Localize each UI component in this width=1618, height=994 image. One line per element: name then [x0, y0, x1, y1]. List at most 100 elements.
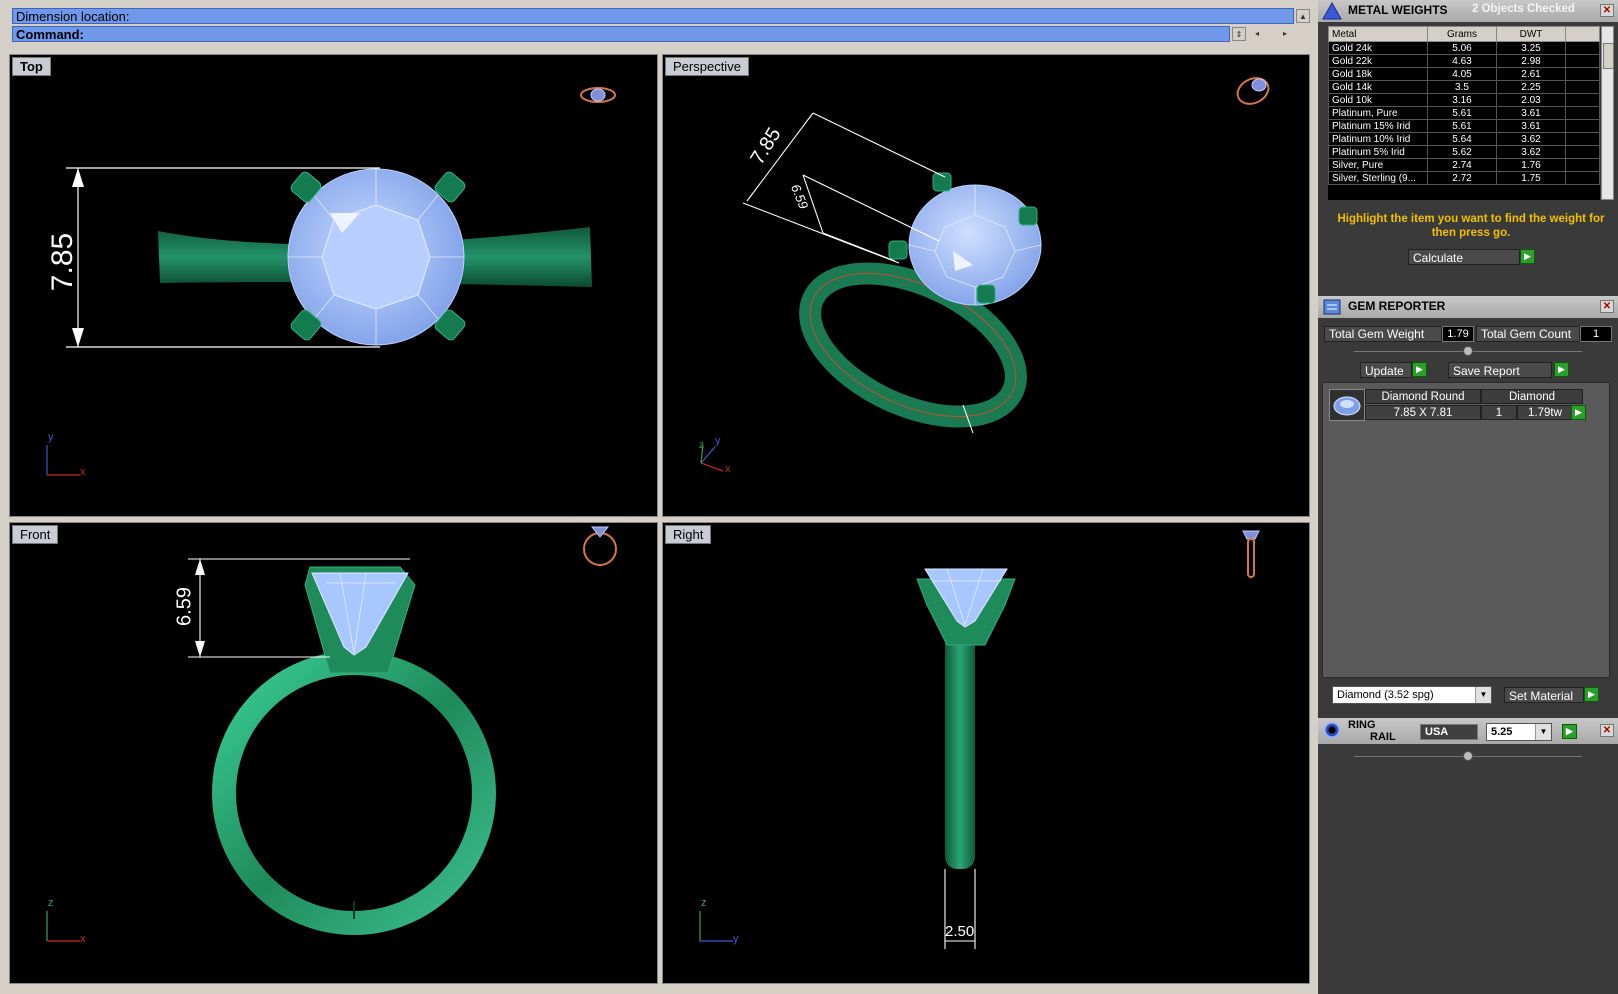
ring-rail-close-icon[interactable]: ✕ [1600, 724, 1614, 737]
total-gem-weight-value: 1.79 [1442, 326, 1474, 342]
metal-dwt: 1.75 [1496, 171, 1566, 185]
chevron-down-icon[interactable]: ▼ [1535, 724, 1551, 740]
metal-weights-title: METAL WEIGHTS [1348, 3, 1448, 17]
metal-name: Platinum, Pure [1328, 106, 1428, 120]
material-select-value: Diamond (3.52 spg) [1337, 689, 1434, 701]
command-prev-arrow[interactable]: ◂ [1250, 27, 1264, 41]
gem-reporter-close-icon[interactable]: ✕ [1600, 300, 1614, 313]
table-row[interactable]: Gold 14k 3.5 2.25 [1328, 80, 1600, 94]
gem-thumbnail [1329, 389, 1365, 421]
column-metal[interactable]: Metal [1328, 26, 1428, 42]
metal-grams: 5.62 [1427, 145, 1497, 159]
front-axis-z-label: z [48, 897, 54, 909]
metal-grams: 3.5 [1427, 80, 1497, 94]
metal-weights-hint: Highlight the item you want to find the … [1337, 213, 1605, 239]
metal-name: Gold 10k [1328, 93, 1428, 107]
total-gem-weight-label: Total Gem Weight [1324, 326, 1442, 342]
gem-shape-header: Diamond Round [1365, 389, 1481, 404]
set-material-go-icon[interactable]: ▶ [1584, 687, 1599, 702]
viewport-right-label[interactable]: Right [665, 525, 712, 544]
metal-grams: 5.61 [1427, 106, 1497, 120]
metal-name: Platinum 5% Irid [1328, 145, 1428, 159]
update-go-icon[interactable]: ▶ [1412, 362, 1427, 377]
viewport-front-label[interactable]: Front [12, 525, 59, 544]
total-gem-count-value: 1 [1580, 326, 1612, 342]
chevron-down-icon[interactable]: ▼ [1475, 687, 1491, 703]
save-report-go-icon[interactable]: ▶ [1554, 362, 1569, 377]
ring-rail-icon [1323, 721, 1341, 739]
metal-dwt: 2.98 [1496, 54, 1566, 68]
calculate-go-icon[interactable]: ▶ [1520, 249, 1535, 264]
gem-quantity: 1 [1481, 405, 1517, 420]
ring-size-select[interactable]: 5.25 ▼ [1486, 723, 1552, 741]
table-row[interactable]: Platinum 10% Irid 5.64 3.62 [1328, 132, 1600, 146]
perspective-view-scene [700, 77, 1270, 472]
table-row[interactable]: Gold 22k 4.63 2.98 [1328, 54, 1600, 68]
metal-weights-icon [1322, 2, 1342, 20]
column-spacer [1565, 26, 1600, 42]
command-next-arrow[interactable]: ▸ [1278, 27, 1292, 41]
viewport-perspective-label[interactable]: Perspective [665, 57, 749, 76]
calculate-button[interactable]: Calculate [1408, 249, 1520, 265]
table-row[interactable]: Silver, Sterling (9... 2.72 1.75 [1328, 171, 1600, 185]
ring-rail-go-icon[interactable]: ▶ [1562, 724, 1577, 739]
plugin-panel: METAL WEIGHTS 2 Objects Checked ✕ Metal … [1318, 0, 1618, 994]
gem-weight: 1.79tw [1517, 405, 1573, 420]
gem-reporter-title: GEM REPORTER [1348, 299, 1446, 313]
metal-weights-table[interactable]: Metal Grams DWT Gold 24k 5.06 3.25 Gold 22… [1328, 26, 1600, 200]
ring-size-region[interactable]: USA [1420, 724, 1478, 740]
ring-size-value: 5.25 [1491, 726, 1513, 738]
table-row[interactable]: Platinum 5% Irid 5.62 3.62 [1328, 145, 1600, 159]
update-button[interactable]: Update [1360, 362, 1412, 378]
metal-weights-header: METAL WEIGHTS 2 Objects Checked ✕ [1318, 0, 1618, 22]
front-view-scene [46, 526, 617, 942]
command-spin-button[interactable]: ⇕ [1232, 27, 1246, 41]
metal-name: Gold 18k [1328, 67, 1428, 81]
table-row[interactable]: Gold 18k 4.05 2.61 [1328, 67, 1600, 81]
column-grams[interactable]: Grams [1427, 26, 1497, 42]
metal-weights-scrollbar[interactable] [1601, 26, 1614, 200]
save-report-button[interactable]: Save Report [1448, 362, 1552, 378]
command-scroll-up-button[interactable]: ▲ [1296, 9, 1310, 23]
metal-name: Platinum 10% Irid [1328, 132, 1428, 146]
metal-dwt: 3.25 [1496, 41, 1566, 55]
viewport-perspective[interactable]: Perspective 7.85 6.59 y z x [662, 54, 1310, 517]
viewport-right[interactable]: Right 2.50 z y [662, 522, 1310, 984]
total-gem-count-label: Total Gem Count [1476, 326, 1580, 342]
gem-row-go-icon[interactable]: ▶ [1571, 405, 1586, 420]
objects-checked-label: 2 Objects Checked [1472, 3, 1575, 15]
top-axis-x-label: x [80, 466, 86, 478]
material-select[interactable]: Diamond (3.52 spg) ▼ [1332, 686, 1492, 704]
metal-dwt: 3.62 [1496, 145, 1566, 159]
ring-rail-title-line1: RING [1348, 719, 1376, 731]
metal-grams: 5.61 [1427, 119, 1497, 133]
dimension-location-prompt: Dimension location: [12, 8, 1294, 24]
metal-name: Platinum 15% Irid [1328, 119, 1428, 133]
gem-material-header: Diamond [1481, 389, 1583, 404]
command-line-input[interactable]: Command: [12, 26, 1230, 42]
right-axis-y-label: y [733, 933, 739, 945]
column-dwt[interactable]: DWT [1496, 26, 1566, 42]
metal-dwt: 2.03 [1496, 93, 1566, 107]
diamond-round-icon [1333, 396, 1361, 416]
front-dimension-label: 6.59 [173, 587, 196, 626]
metal-grams: 5.06 [1427, 41, 1497, 55]
table-row[interactable]: Gold 24k 5.06 3.25 [1328, 41, 1600, 55]
viewport-front[interactable]: Front 6.59 z x [9, 522, 658, 984]
metal-grams: 5.64 [1427, 132, 1497, 146]
ring-rail-splitter-knob[interactable] [1463, 751, 1473, 761]
gem-reporter-splitter-knob[interactable] [1463, 346, 1473, 356]
table-row[interactable]: Platinum, Pure 5.61 3.61 [1328, 106, 1600, 120]
gem-reporter-icon [1323, 299, 1341, 315]
viewport-top[interactable]: Top 7.85 y x [9, 54, 658, 517]
table-row[interactable]: Platinum 15% Irid 5.61 3.61 [1328, 119, 1600, 133]
viewport-top-label[interactable]: Top [12, 57, 51, 76]
table-row[interactable]: Silver, Pure 2.74 1.76 [1328, 158, 1600, 172]
scrollbar-thumb[interactable] [1603, 43, 1614, 69]
perspective-axis-y-label: y [715, 435, 721, 447]
metal-weights-close-icon[interactable]: ✕ [1600, 4, 1614, 17]
top-view-scene [46, 87, 616, 476]
set-material-button[interactable]: Set Material [1504, 687, 1584, 703]
table-row[interactable]: Gold 10k 3.16 2.03 [1328, 93, 1600, 107]
gem-list[interactable]: Diamond Round Diamond 7.85 X 7.81 1 1.79… [1322, 382, 1610, 678]
